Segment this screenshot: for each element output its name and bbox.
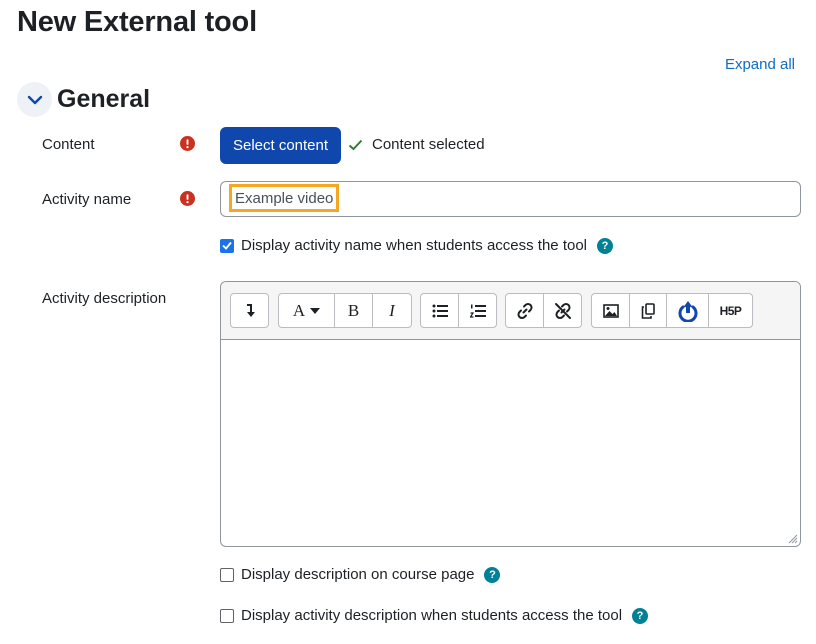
editor-content-area[interactable] [221,340,800,546]
show-description-on-access-option: Display activity description when studen… [220,607,649,624]
bold-button[interactable]: B [335,294,373,327]
help-icon[interactable]: ? [484,566,501,583]
numbered-list-button[interactable] [459,294,496,327]
content-selected-status: Content selected [348,136,485,153]
record-button[interactable] [667,294,709,327]
check-icon [348,139,363,150]
general-section-header: General [17,82,150,117]
h5p-icon: H5P [719,303,742,318]
font-color-icon: A [292,300,306,320]
display-name-checkbox[interactable] [220,238,234,253]
page-title: New External tool [17,6,257,38]
unlink-icon [554,302,571,319]
toolbar-group-style: A B I [278,293,412,328]
content-label: Content [42,136,95,153]
required-icon [180,191,195,206]
required-icon [180,136,195,151]
unlink-button[interactable] [544,294,581,327]
italic-button[interactable]: I [373,294,411,327]
activity-name-value: Example video [229,184,340,212]
show-description-checkbox[interactable] [220,567,234,582]
activity-description-label: Activity description [42,290,167,307]
italic-icon: I [389,300,395,320]
toolbar-group-more [230,293,269,328]
checkmark-icon [222,241,232,250]
help-icon[interactable]: ? [597,237,614,254]
show-more-icon [246,303,255,317]
record-icon [678,300,697,322]
image-button[interactable] [592,294,630,327]
chevron-down-icon [27,95,42,104]
bulleted-list-icon [432,304,448,317]
bold-icon: B [347,300,360,320]
resize-grip-icon[interactable] [788,534,798,544]
bulleted-list-button[interactable] [421,294,459,327]
show-description-option: Display description on course page ? [220,566,501,583]
expand-all-link[interactable]: Expand all [725,56,795,73]
show-description-on-access-checkbox[interactable] [220,608,234,623]
media-icon [641,302,655,319]
select-content-button[interactable]: Select content [220,127,341,164]
show-description-label: Display description on course page [241,566,475,583]
section-title: General [57,85,151,113]
toolbar-group-media: H5P [591,293,753,328]
image-icon [602,303,619,318]
font-color-button[interactable]: A [279,294,335,327]
description-editor: A B I H5P [220,281,801,547]
activity-name-input[interactable]: Example video [220,181,801,217]
help-icon[interactable]: ? [632,607,649,624]
display-name-option: Display activity name when students acce… [220,237,614,254]
display-name-label: Display activity name when students acce… [241,237,588,254]
media-button[interactable] [630,294,667,327]
link-icon [516,302,533,319]
toolbar-group-links [505,293,582,328]
activity-name-label: Activity name [42,191,132,208]
show-description-on-access-label: Display activity description when studen… [241,607,623,624]
numbered-list-icon [469,304,486,318]
link-button[interactable] [506,294,544,327]
toolbar-group-lists [420,293,497,328]
h5p-button[interactable]: H5P [709,294,752,327]
collapse-toggle[interactable] [17,82,52,117]
dropdown-caret-icon [310,307,321,314]
content-selected-text: Content selected [372,136,485,153]
editor-toolbar: A B I H5P [221,282,800,340]
show-more-button[interactable] [231,294,268,327]
